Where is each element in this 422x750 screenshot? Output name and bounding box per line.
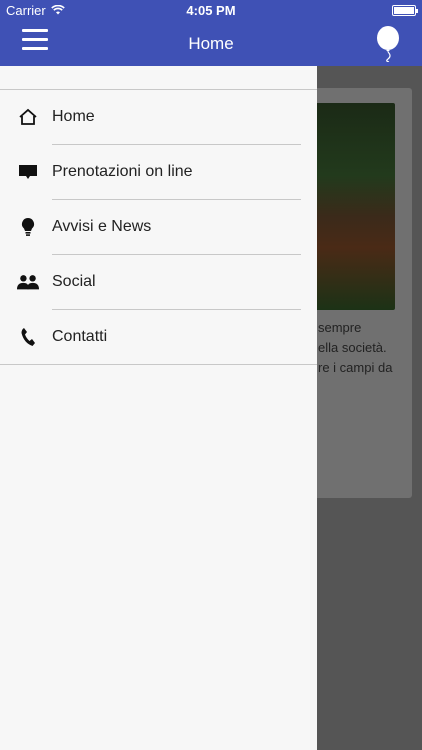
divider: [0, 364, 317, 365]
lightbulb-icon: [17, 216, 39, 238]
chat-bubble-icon: [17, 161, 39, 183]
nav-bar: Home: [0, 20, 422, 66]
drawer-item-contatti[interactable]: Contatti: [0, 310, 317, 365]
content-text-line: sempre: [318, 320, 362, 335]
drawer-header: [0, 66, 317, 90]
drawer-item-label: Avvisi e News: [52, 218, 152, 235]
status-bar: Carrier 4:05 PM: [0, 0, 422, 20]
page-title: Home: [188, 34, 234, 53]
drawer-item-label: Contatti: [52, 328, 108, 345]
phone-icon: [17, 326, 39, 348]
drawer-item-prenotazioni[interactable]: Prenotazioni on line: [0, 145, 317, 200]
battery-icon: [392, 4, 418, 16]
wifi-icon: [50, 3, 65, 18]
content-text-line: re i campi da: [318, 360, 393, 375]
people-icon: [17, 271, 39, 293]
home-icon: [17, 106, 39, 128]
drawer-item-label: Home: [52, 108, 95, 125]
content-text-line: ella società.: [318, 340, 387, 355]
drawer-item-home[interactable]: Home: [0, 90, 317, 145]
drawer-item-avvisi[interactable]: Avvisi e News: [0, 200, 317, 255]
balloon-icon[interactable]: [376, 26, 402, 63]
drawer-item-label: Social: [52, 273, 96, 290]
side-drawer: Home Prenotazioni on line Avvisi e News: [0, 66, 317, 750]
drawer-item-social[interactable]: Social: [0, 255, 317, 310]
content-text: sempre ella società. re i campi da: [318, 318, 418, 378]
carrier-label: Carrier: [6, 2, 46, 18]
drawer-item-label: Prenotazioni on line: [52, 163, 193, 180]
